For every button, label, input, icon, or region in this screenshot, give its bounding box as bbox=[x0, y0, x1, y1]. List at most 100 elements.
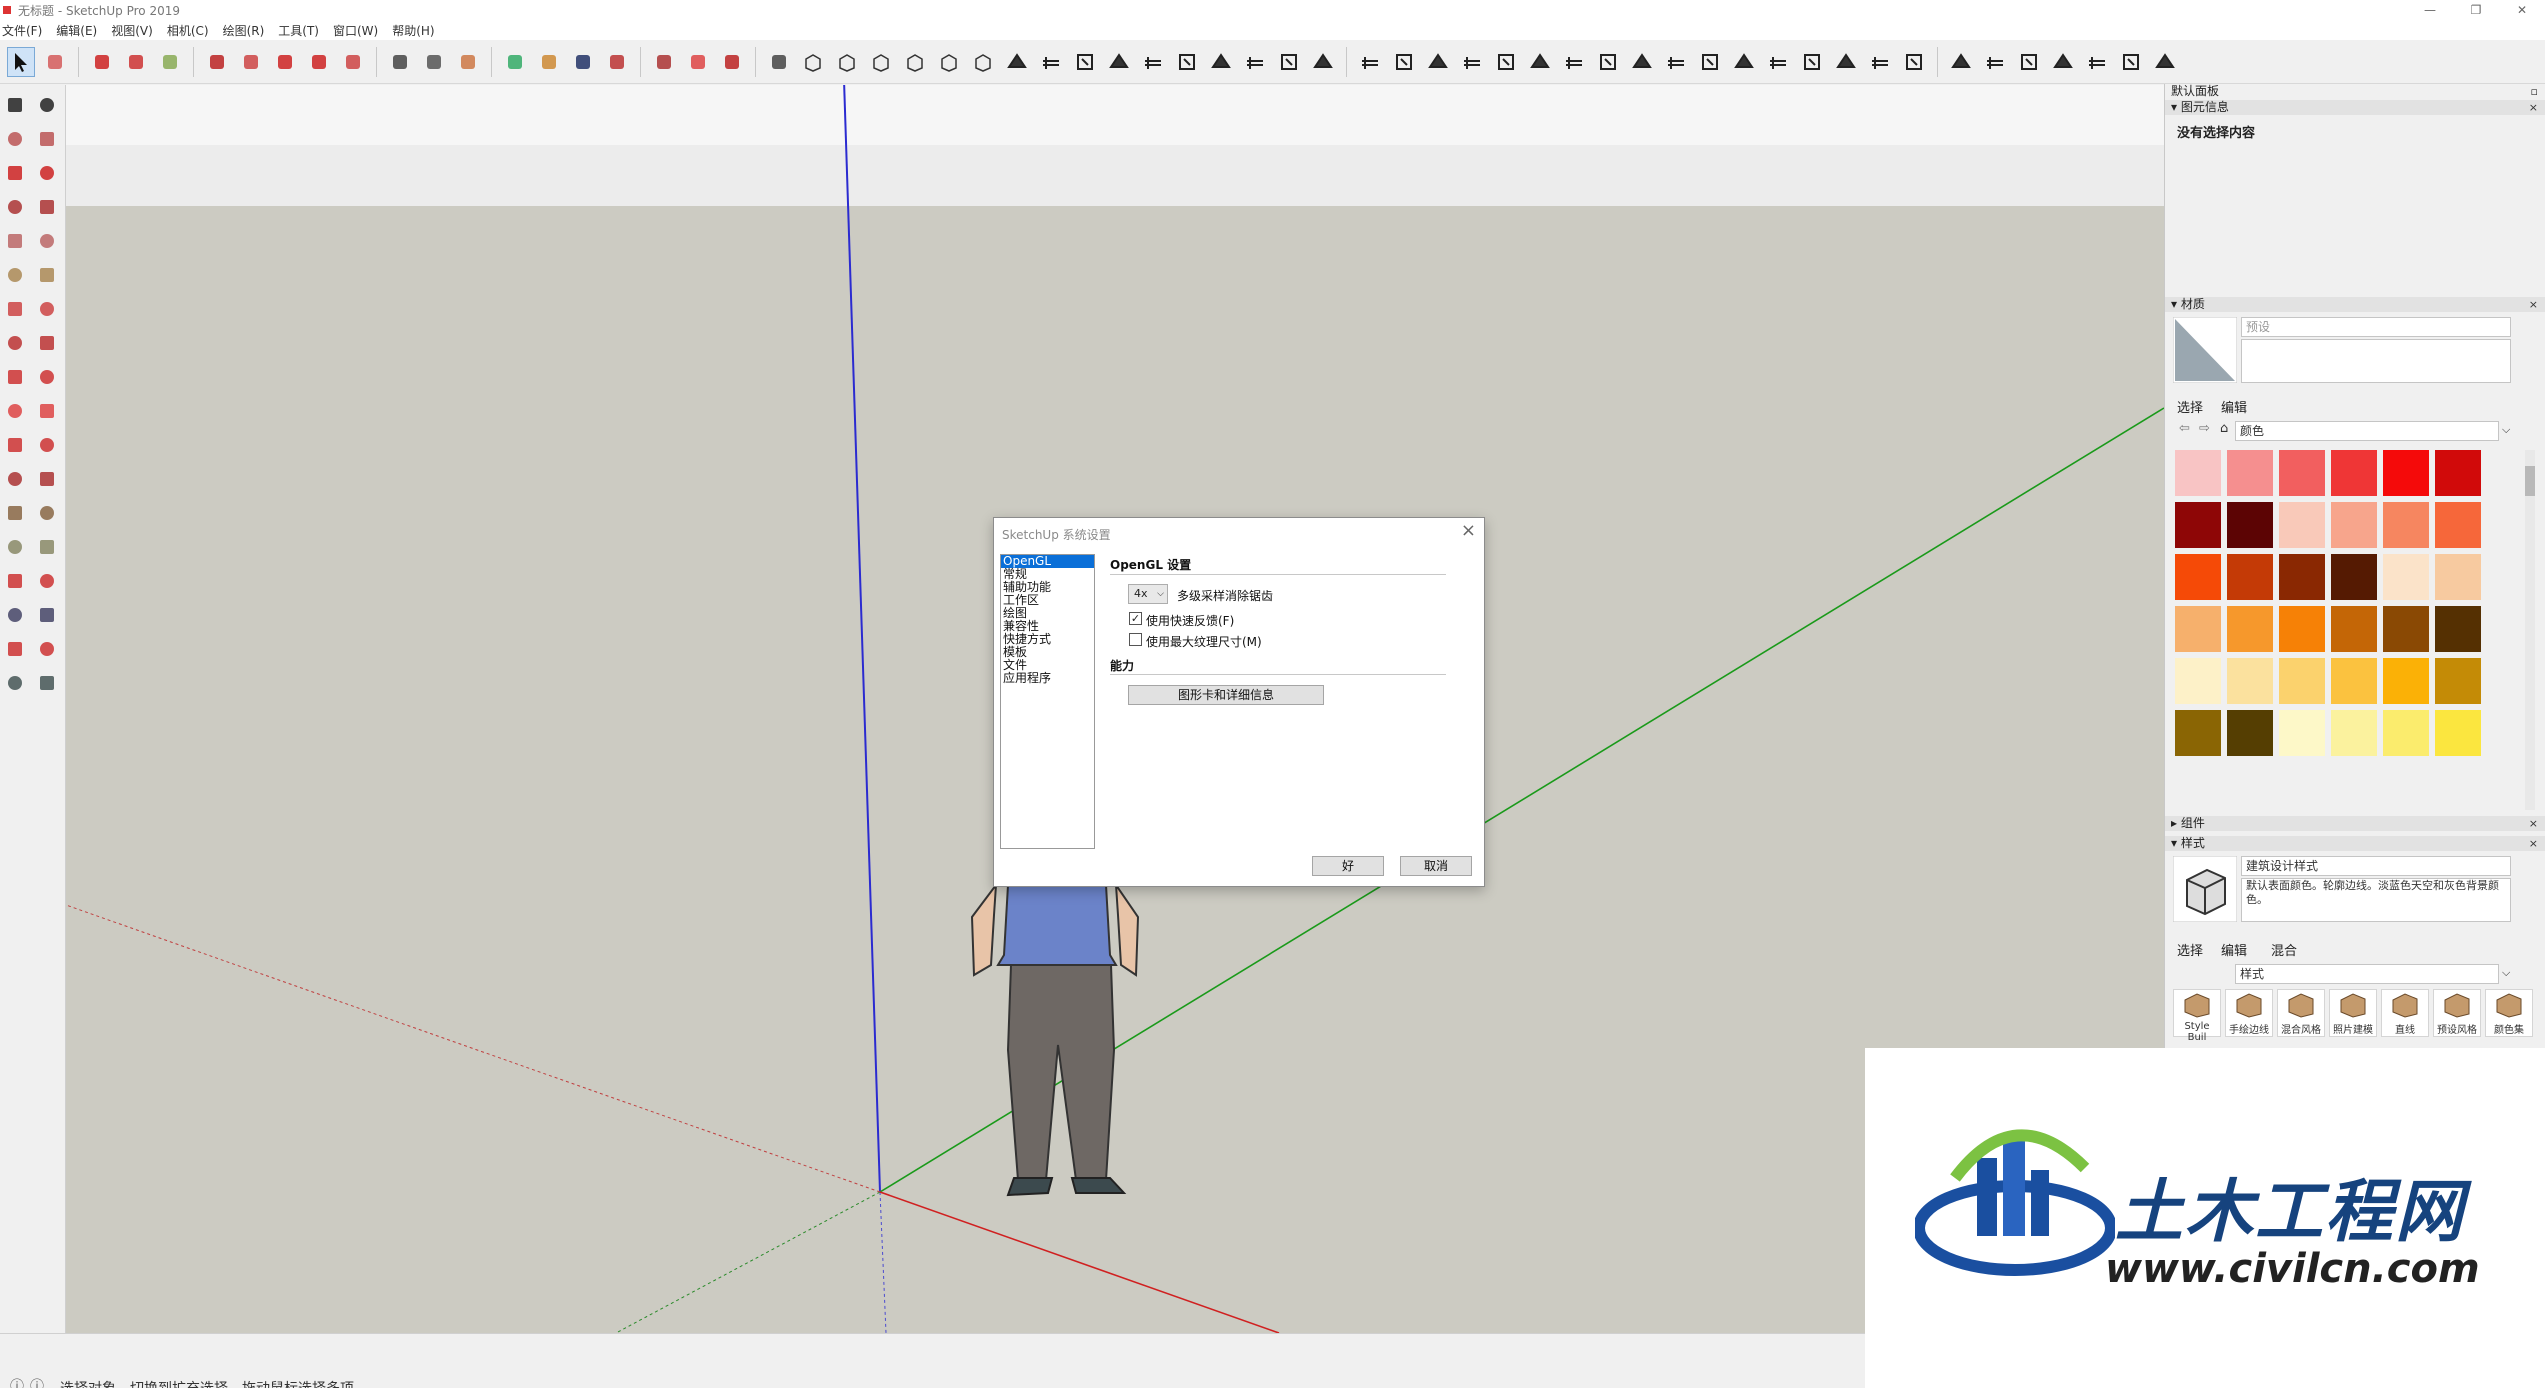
back-arrow-icon[interactable]: ⇦ bbox=[2179, 421, 2190, 436]
menu-file[interactable]: 文件(F) bbox=[2, 22, 42, 39]
left-tool-button[interactable] bbox=[33, 499, 61, 527]
styles-tab-mix[interactable]: 混合 bbox=[2271, 940, 2297, 959]
left-tool-button[interactable] bbox=[1, 91, 29, 119]
left-tool-button[interactable] bbox=[33, 567, 61, 595]
antialias-select[interactable]: 4x ⌵ bbox=[1128, 584, 1168, 604]
warehouse-tool-button[interactable] bbox=[650, 47, 678, 77]
left-tool-button[interactable] bbox=[33, 533, 61, 561]
extension-tool-button[interactable] bbox=[1730, 47, 1758, 77]
material-swatch[interactable] bbox=[2279, 606, 2325, 652]
extension-tool-button[interactable] bbox=[2083, 47, 2111, 77]
eraser-tool-button[interactable] bbox=[41, 47, 69, 77]
left-tool-button[interactable] bbox=[33, 635, 61, 663]
max-texture-checkbox[interactable] bbox=[1129, 633, 1142, 646]
entity-info-close-icon[interactable]: × bbox=[2529, 100, 2538, 115]
extension-tool-button[interactable] bbox=[2151, 47, 2179, 77]
material-swatch[interactable] bbox=[2383, 502, 2429, 548]
rectangle-tool-button[interactable] bbox=[156, 47, 184, 77]
forward-arrow-icon[interactable]: ⇨ bbox=[2199, 421, 2210, 436]
material-swatch[interactable] bbox=[2435, 710, 2481, 756]
orbit-tool-button[interactable] bbox=[501, 47, 529, 77]
material-swatch[interactable] bbox=[2383, 554, 2429, 600]
back-view-button[interactable] bbox=[935, 47, 963, 77]
left-tool-button[interactable] bbox=[1, 295, 29, 323]
dialog-close-button[interactable]: × bbox=[1461, 520, 1476, 541]
graphics-card-details-button[interactable]: 图形卡和详细信息 bbox=[1128, 685, 1324, 705]
swatch-scrollbar[interactable] bbox=[2525, 450, 2535, 810]
extension-tool-button[interactable] bbox=[1105, 47, 1133, 77]
material-swatch[interactable] bbox=[2383, 606, 2429, 652]
material-swatch[interactable] bbox=[2435, 502, 2481, 548]
styles-tab-select[interactable]: 选择 bbox=[2177, 940, 2203, 959]
material-swatch[interactable] bbox=[2279, 450, 2325, 496]
front-view-button[interactable] bbox=[867, 47, 895, 77]
materials-header[interactable]: ▾ 材质 × bbox=[2165, 297, 2545, 312]
left-tool-button[interactable] bbox=[1, 567, 29, 595]
left-tool-button[interactable] bbox=[1, 465, 29, 493]
left-tool-button[interactable] bbox=[33, 261, 61, 289]
material-swatch[interactable] bbox=[2383, 450, 2429, 496]
close-window-button[interactable]: ✕ bbox=[2499, 0, 2545, 20]
left-tool-button[interactable] bbox=[1, 635, 29, 663]
left-tool-button[interactable] bbox=[33, 159, 61, 187]
material-swatch[interactable] bbox=[2331, 606, 2377, 652]
material-swatch[interactable] bbox=[2279, 502, 2325, 548]
left-tool-button[interactable] bbox=[1, 125, 29, 153]
zoomextents-tool-button[interactable] bbox=[603, 47, 631, 77]
material-swatch[interactable] bbox=[2227, 606, 2273, 652]
left-tool-button[interactable] bbox=[33, 91, 61, 119]
tray-pin-icon[interactable]: ▫ bbox=[2531, 84, 2538, 99]
materials-close-icon[interactable]: × bbox=[2529, 297, 2538, 312]
material-swatch[interactable] bbox=[2331, 710, 2377, 756]
material-swatch[interactable] bbox=[2175, 554, 2221, 600]
left-tool-button[interactable] bbox=[1, 431, 29, 459]
menu-draw[interactable]: 绘图(R) bbox=[223, 22, 265, 39]
style-thumbnail[interactable]: 颜色集 bbox=[2485, 989, 2533, 1037]
material-swatch[interactable] bbox=[2227, 658, 2273, 704]
top-view-button[interactable] bbox=[833, 47, 861, 77]
cancel-button[interactable]: 取消 bbox=[1400, 856, 1472, 876]
extension-tool-button[interactable] bbox=[1275, 47, 1303, 77]
material-swatch[interactable] bbox=[2435, 606, 2481, 652]
material-swatch[interactable] bbox=[2435, 658, 2481, 704]
extension-tool-button[interactable] bbox=[1900, 47, 1928, 77]
left-tool-button[interactable] bbox=[33, 193, 61, 221]
material-swatch[interactable] bbox=[2227, 554, 2273, 600]
extension-tool-button[interactable] bbox=[1241, 47, 1269, 77]
material-library-select[interactable]: 颜色 bbox=[2235, 421, 2499, 441]
material-swatch[interactable] bbox=[2175, 658, 2221, 704]
minimize-button[interactable]: — bbox=[2407, 0, 2453, 20]
preferences-nav-list[interactable]: OpenGL 常规 辅助功能 工作区 绘图 兼容性 快捷方式 模板 文件 应用程… bbox=[1000, 554, 1095, 849]
menu-view[interactable]: 视图(V) bbox=[111, 22, 153, 39]
extension-tool-button[interactable] bbox=[1866, 47, 1894, 77]
extension-tool-button[interactable] bbox=[1798, 47, 1826, 77]
left-tool-button[interactable] bbox=[1, 261, 29, 289]
select-tool-button[interactable] bbox=[7, 46, 35, 77]
left-tool-button[interactable] bbox=[1, 193, 29, 221]
info-icon[interactable]: ⓘ bbox=[10, 1376, 24, 1388]
extension-tool-button[interactable] bbox=[1560, 47, 1588, 77]
materials-tab-select[interactable]: 选择 bbox=[2177, 397, 2203, 416]
style-thumbnail[interactable]: 手绘边线 bbox=[2225, 989, 2273, 1037]
menu-camera[interactable]: 相机(C) bbox=[167, 22, 209, 39]
material-swatch[interactable] bbox=[2175, 502, 2221, 548]
extension-tool-button[interactable] bbox=[684, 47, 712, 77]
menu-window[interactable]: 窗口(W) bbox=[333, 22, 378, 39]
extension-tool-button[interactable] bbox=[1173, 47, 1201, 77]
left-tool-button[interactable] bbox=[1, 397, 29, 425]
tape-tool-button[interactable] bbox=[386, 47, 414, 77]
material-swatch[interactable] bbox=[2279, 710, 2325, 756]
extension-tool-button[interactable] bbox=[1628, 47, 1656, 77]
rotate-tool-button[interactable] bbox=[305, 47, 333, 77]
scale-tool-button[interactable] bbox=[339, 47, 367, 77]
material-swatch[interactable] bbox=[2331, 450, 2377, 496]
styles-header[interactable]: ▾ 样式 × bbox=[2165, 836, 2545, 851]
left-tool-button[interactable] bbox=[33, 669, 61, 697]
left-tool-button[interactable] bbox=[1, 499, 29, 527]
style-thumbnail[interactable]: 预设风格 bbox=[2433, 989, 2481, 1037]
material-swatch[interactable] bbox=[2331, 658, 2377, 704]
left-tool-button[interactable] bbox=[1, 227, 29, 255]
style-name-field[interactable]: 建筑设计样式 bbox=[2241, 856, 2511, 876]
right-view-button[interactable] bbox=[901, 47, 929, 77]
material-name-field[interactable]: 预设 bbox=[2241, 317, 2511, 337]
